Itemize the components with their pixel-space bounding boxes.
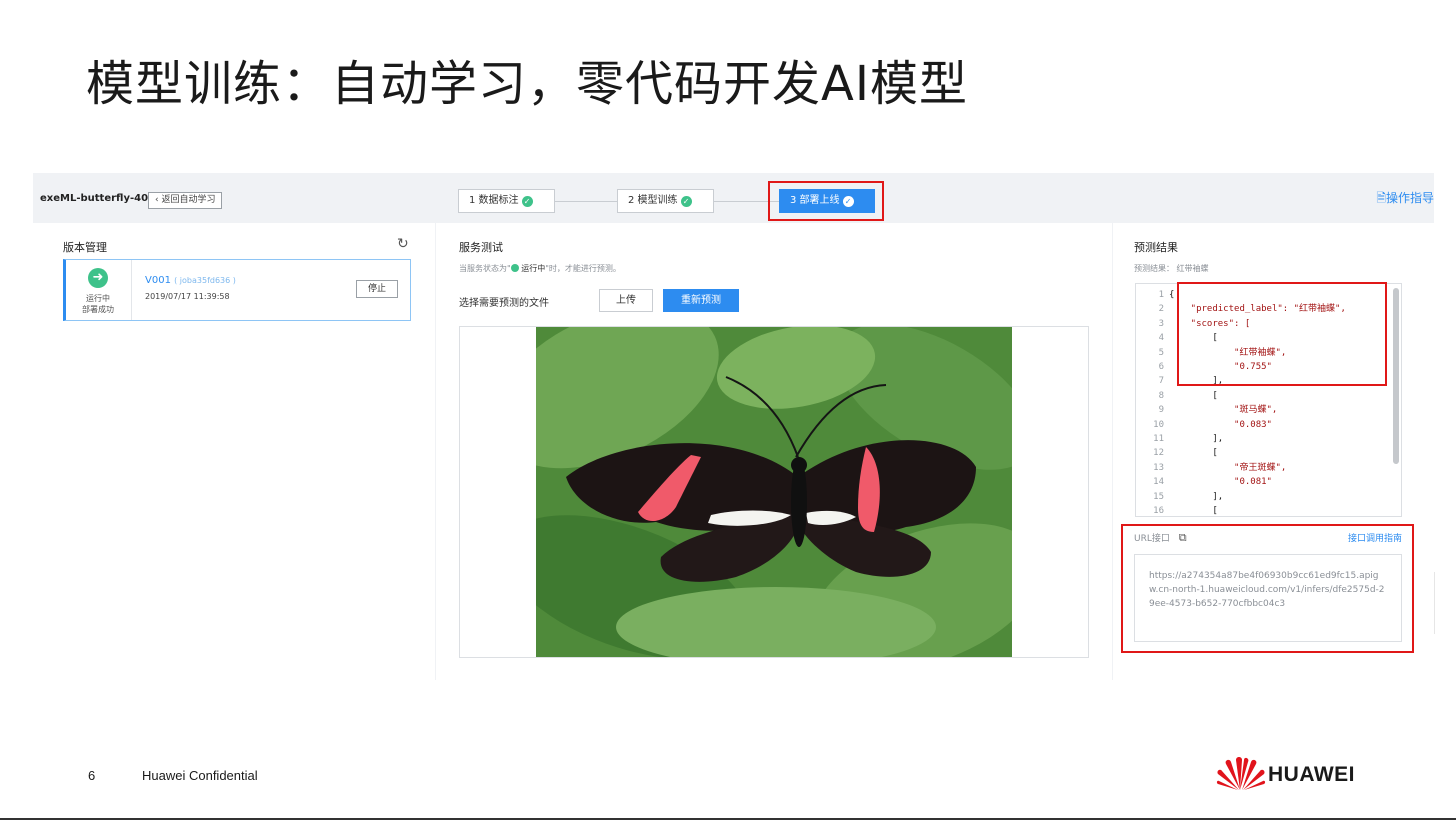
line-number: 15 <box>1153 491 1164 502</box>
code-text: "0.081" <box>1169 477 1272 488</box>
step-label: 2 模型训练 <box>628 195 678 206</box>
highlight-box-deploy <box>768 181 884 221</box>
check-circle-icon: ✓ <box>680 196 692 207</box>
hint-status: 运行中 <box>521 264 546 273</box>
repredict-button[interactable]: 重新预测 <box>663 289 739 312</box>
code-text: ], <box>1169 491 1224 502</box>
status-deployed: 部署成功 <box>82 305 114 314</box>
step-model-training[interactable]: 2 模型训练 ✓ <box>617 189 714 213</box>
highlight-box-prediction <box>1177 282 1387 386</box>
line-number: 9 <box>1158 405 1164 416</box>
app-screenshot: exeML-butterfly-40 ‹ 返回自动学习 1 数据标注 ✓ 2 模型… <box>33 173 1434 680</box>
back-button[interactable]: ‹ 返回自动学习 <box>148 192 223 209</box>
line-number: 11 <box>1153 434 1164 444</box>
code-line: 9 "斑马蝶", <box>1136 403 1278 417</box>
code-line: 13 "帝王斑蝶", <box>1136 461 1286 475</box>
code-text: { <box>1169 290 1175 300</box>
prediction-summary-value: 红带袖蝶 <box>1176 264 1209 273</box>
status-running: 运行中 <box>86 294 110 303</box>
code-line: 12 [ <box>1136 446 1218 460</box>
code-line: 11 ], <box>1136 432 1223 446</box>
image-preview <box>459 326 1089 658</box>
hint-suffix: "时，才能进行预测。 <box>545 264 621 273</box>
prediction-title: 预测结果 <box>1134 241 1178 254</box>
version-name: V001 ( joba35fd636 ) <box>145 275 236 286</box>
code-line: 14 "0.081" <box>1136 475 1272 489</box>
code-line: 16 [ <box>1136 504 1218 516</box>
line-number: 3 <box>1158 318 1164 329</box>
line-number: 12 <box>1153 448 1164 459</box>
guide-label: 操作指导 <box>1385 191 1434 205</box>
version-job-id: ( joba35fd636 ) <box>174 276 236 285</box>
confidential-label: Huawei Confidential <box>142 768 258 783</box>
code-text: [ <box>1169 390 1218 401</box>
line-number: 5 <box>1158 347 1164 358</box>
step-data-labeling[interactable]: 1 数据标注 ✓ <box>458 189 555 213</box>
huawei-logo-text: HUAWEI <box>1268 763 1355 786</box>
arrow-right-circle-icon: ➜ <box>88 268 108 288</box>
code-text: "斑马蝶", <box>1169 405 1278 416</box>
code-text: [ <box>1169 448 1218 459</box>
hint-prefix: 当服务状态为" <box>459 264 511 273</box>
version-number: V001 <box>145 275 171 286</box>
code-line: 15 ], <box>1136 490 1223 504</box>
check-circle-icon: ✓ <box>521 196 533 207</box>
stop-button[interactable]: 停止 <box>356 280 398 298</box>
line-number: 1 <box>1158 290 1164 300</box>
line-number: 8 <box>1158 390 1164 401</box>
code-line: 1{ <box>1136 288 1175 302</box>
code-text: "帝王斑蝶", <box>1169 462 1287 473</box>
upload-button[interactable]: 上传 <box>599 289 653 312</box>
line-number: 6 <box>1158 362 1164 372</box>
footer-divider <box>0 818 1456 820</box>
service-hint: 当服务状态为" 运行中"时，才能进行预测。 <box>459 263 621 274</box>
operation-guide-link[interactable]: 🗎操作指导 <box>1376 189 1434 210</box>
version-status: ➜ 运行中 部署成功 <box>66 260 132 320</box>
line-number: 10 <box>1153 419 1164 430</box>
prediction-summary: 预测结果： 红带袖蝶 <box>1134 263 1209 274</box>
highlight-box-url <box>1121 524 1414 653</box>
line-number: 2 <box>1158 304 1164 315</box>
right-edge-panel <box>1434 572 1456 634</box>
page-number: 6 <box>88 768 96 783</box>
document-icon: 🗎 <box>1376 191 1386 205</box>
back-button-label: 返回自动学习 <box>161 195 216 205</box>
version-panel-title: 版本管理 <box>63 241 107 254</box>
project-name: exeML-butterfly-40 <box>40 193 149 204</box>
scrollbar-thumb[interactable] <box>1393 288 1399 464</box>
slide-title: 模型训练：自动学习，零代码开发AI模型 <box>86 56 968 112</box>
code-text: [ <box>1169 506 1218 516</box>
huawei-logo-icon <box>1216 754 1266 796</box>
version-time: 2019/07/17 11:39:58 <box>145 292 230 301</box>
line-number: 4 <box>1158 333 1164 344</box>
line-number: 13 <box>1153 462 1164 473</box>
code-line: 10 "0.083" <box>1136 418 1272 432</box>
refresh-icon[interactable]: ↻ <box>397 236 409 252</box>
version-card[interactable]: ➜ 运行中 部署成功 V001 ( joba35fd636 ) 2019/07/… <box>63 259 411 321</box>
line-number: 7 <box>1158 376 1164 387</box>
select-file-label: 选择需要预测的文件 <box>459 298 549 309</box>
check-circle-icon <box>510 264 519 272</box>
service-test-panel: 服务测试 当服务状态为" 运行中"时，才能进行预测。 选择需要预测的文件 上传 … <box>436 223 1112 680</box>
slide: 模型训练：自动学习，零代码开发AI模型 exeML-butterfly-40 ‹… <box>0 0 1456 821</box>
version-panel: 版本管理 ↻ ➜ 运行中 部署成功 V001 ( joba35fd636 ) 2… <box>33 223 435 680</box>
butterfly-image <box>536 327 1012 657</box>
code-text: "0.083" <box>1169 419 1272 430</box>
step-label: 1 数据标注 <box>469 195 519 206</box>
service-test-title: 服务测试 <box>459 241 503 254</box>
code-text: ], <box>1169 434 1224 444</box>
step-connector <box>555 201 617 202</box>
line-number: 14 <box>1153 477 1164 488</box>
top-bar: exeML-butterfly-40 ‹ 返回自动学习 1 数据标注 ✓ 2 模型… <box>33 173 1434 223</box>
line-number: 16 <box>1153 506 1164 516</box>
code-line: 8 [ <box>1136 389 1218 403</box>
prediction-summary-label: 预测结果： <box>1134 264 1174 273</box>
